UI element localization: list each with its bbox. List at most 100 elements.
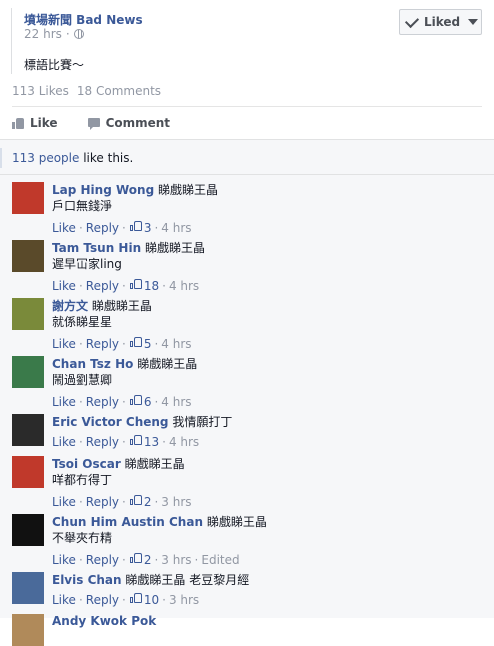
comment-reply-link[interactable]: Reply — [86, 494, 119, 510]
comment-likes-count[interactable]: 18 — [129, 278, 159, 294]
comment-author-link[interactable]: 謝方文 — [52, 299, 88, 313]
comment-actions: Like · Reply · 10 · 3 hrs — [52, 592, 482, 608]
comment-text: 不舉夾冇精 — [52, 531, 113, 545]
comment-likes-count[interactable]: 5 — [129, 336, 151, 352]
comment-likes-count[interactable]: 6 — [129, 394, 152, 410]
comment-actions: Like · Reply · 5 · 4 hrs — [52, 336, 482, 352]
comment-like-link[interactable]: Like — [52, 394, 76, 410]
avatar[interactable] — [12, 614, 44, 646]
avatar[interactable] — [12, 182, 44, 214]
comment-reply-link[interactable]: Reply — [86, 552, 119, 568]
comment-actions: Like · Reply · 6 · 4 hrs — [52, 394, 482, 410]
dot-separator: · — [194, 553, 199, 567]
dot-separator: · — [122, 495, 126, 509]
comment-action-button[interactable]: Comment — [87, 116, 170, 130]
comment-likes-count[interactable]: 3 — [129, 220, 151, 236]
dot-separator: · — [78, 337, 83, 351]
comment-likes-number: 10 — [143, 593, 160, 607]
comment-like-link[interactable]: Like — [52, 220, 76, 236]
liked-button[interactable]: Liked — [399, 9, 482, 35]
post-time[interactable]: 22 hrs — [24, 27, 62, 41]
comment-text: 戶口無錢淨 — [52, 199, 113, 213]
dot-separator: · — [162, 593, 166, 607]
comment-time[interactable]: 3 hrs — [161, 552, 191, 568]
avatar[interactable] — [12, 514, 44, 546]
comment-body: Tsoi Oscar 睇戲睇王晶 咩都冇得丁 Like · Reply · 2 · 3 hrs — [52, 456, 482, 510]
likes-people-link[interactable]: 113 people — [12, 151, 79, 165]
comment-author-link[interactable]: Lap Hing Wong — [52, 183, 154, 197]
comment-first-line: 睇戲睇王晶 — [144, 241, 205, 255]
comments-count-link[interactable]: 18 Comments — [77, 84, 161, 98]
page-name-link[interactable]: 墳場新聞 Bad News — [24, 11, 143, 28]
dot-separator: · — [122, 337, 126, 351]
like-action-button[interactable]: Like — [12, 116, 58, 130]
comment-first-line: 睇戲睇王晶 — [158, 183, 219, 197]
comment-time[interactable]: 4 hrs — [161, 220, 191, 236]
comment-time[interactable]: 3 hrs — [161, 494, 191, 510]
avatar[interactable] — [12, 356, 44, 388]
comment-time[interactable]: 4 hrs — [169, 278, 199, 294]
comment-likes-count[interactable]: 13 — [129, 434, 159, 450]
avatar[interactable] — [12, 414, 44, 446]
comment-first-line: 睇戲睇王晶 老豆黎月經 — [125, 573, 250, 587]
comment-first-line: 睇戲睇王晶 — [137, 357, 198, 371]
comment-like-link[interactable]: Like — [52, 592, 76, 608]
comment-author-link[interactable]: Elvis Chan — [52, 573, 122, 587]
likes-summary: 113 people like this. — [0, 148, 494, 168]
comment-reply-link[interactable]: Reply — [86, 434, 119, 450]
dot-separator: · — [78, 593, 83, 607]
comment-edited[interactable]: Edited — [201, 552, 239, 568]
comment-time[interactable]: 4 hrs — [161, 394, 191, 410]
liked-button-label: Liked — [424, 15, 461, 29]
comment-author-link[interactable]: Tam Tsun Hin — [52, 241, 141, 255]
dot-separator: · — [154, 495, 159, 509]
comment-header: 謝方文 睇戲睇王晶 — [52, 298, 482, 314]
comment-header: Tam Tsun Hin 睇戲睇王晶 — [52, 240, 482, 256]
comment-author-link[interactable]: Eric Victor Cheng — [52, 415, 169, 429]
comments-section: 113 people like this. Lap Hing Wong 睇戲睇王… — [0, 139, 494, 646]
comment-time[interactable]: 4 hrs — [169, 434, 199, 450]
thumbs-up-icon — [129, 592, 142, 604]
comment-time[interactable]: 3 hrs — [169, 592, 199, 608]
avatar[interactable] — [12, 298, 44, 330]
divider — [0, 174, 494, 175]
avatar[interactable] — [12, 456, 44, 488]
avatar[interactable] — [12, 572, 44, 604]
comment-body: Andy Kwok Pok — [52, 614, 482, 628]
comment-like-link[interactable]: Like — [52, 434, 76, 450]
comment-likes-count[interactable]: 10 — [129, 592, 159, 608]
comment-body: Eric Victor Cheng 我情願打丁 Like · Reply · 13 · 4 h… — [52, 414, 482, 450]
comment-reply-link[interactable]: Reply — [86, 220, 119, 236]
comment-like-link[interactable]: Like — [52, 494, 76, 510]
comment-actions: Like · Reply · 3 · 4 hrs — [52, 220, 482, 236]
comment-likes-number: 6 — [143, 395, 152, 409]
comment-reply-link[interactable]: Reply — [86, 394, 119, 410]
comment-author-link[interactable]: Tsoi Oscar — [52, 457, 121, 471]
likes-count-link[interactable]: 113 Likes — [12, 84, 69, 98]
globe-icon[interactable] — [73, 29, 84, 39]
dot-separator: · — [122, 221, 126, 235]
post-actions: Like Comment — [12, 116, 170, 130]
dot-separator: · — [122, 279, 126, 293]
comment-like-link[interactable]: Like — [52, 278, 76, 294]
comment-reply-link[interactable]: Reply — [86, 592, 119, 608]
dot-separator: · — [78, 553, 83, 567]
comment-author-link[interactable]: Chan Tsz Ho — [52, 357, 133, 371]
comment-likes-count[interactable]: 2 — [129, 494, 152, 510]
post-left-border — [11, 8, 12, 74]
comment-like-link[interactable]: Like — [52, 552, 76, 568]
comment-reply-link[interactable]: Reply — [86, 278, 119, 294]
comment-time[interactable]: 4 hrs — [161, 336, 191, 352]
comment-body: Chan Tsz Ho 睇戲睇王晶 鬧過劉慧卿 Like · Reply · 6 · 4 hrs — [52, 356, 482, 410]
check-icon — [404, 13, 420, 28]
avatar[interactable] — [12, 240, 44, 272]
comment-likes-number: 2 — [143, 495, 152, 509]
caret-down-icon — [468, 19, 479, 25]
comment-author-link[interactable]: Chun Him Austin Chan — [52, 515, 203, 529]
comment-reply-link[interactable]: Reply — [86, 336, 119, 352]
comment-likes-number: 13 — [143, 435, 160, 449]
comment-header: Chan Tsz Ho 睇戲睇王晶 — [52, 356, 482, 372]
comment-like-link[interactable]: Like — [52, 336, 76, 352]
comment-likes-count[interactable]: 2 — [129, 552, 151, 568]
comment-author-link[interactable]: Andy Kwok Pok — [52, 614, 156, 628]
